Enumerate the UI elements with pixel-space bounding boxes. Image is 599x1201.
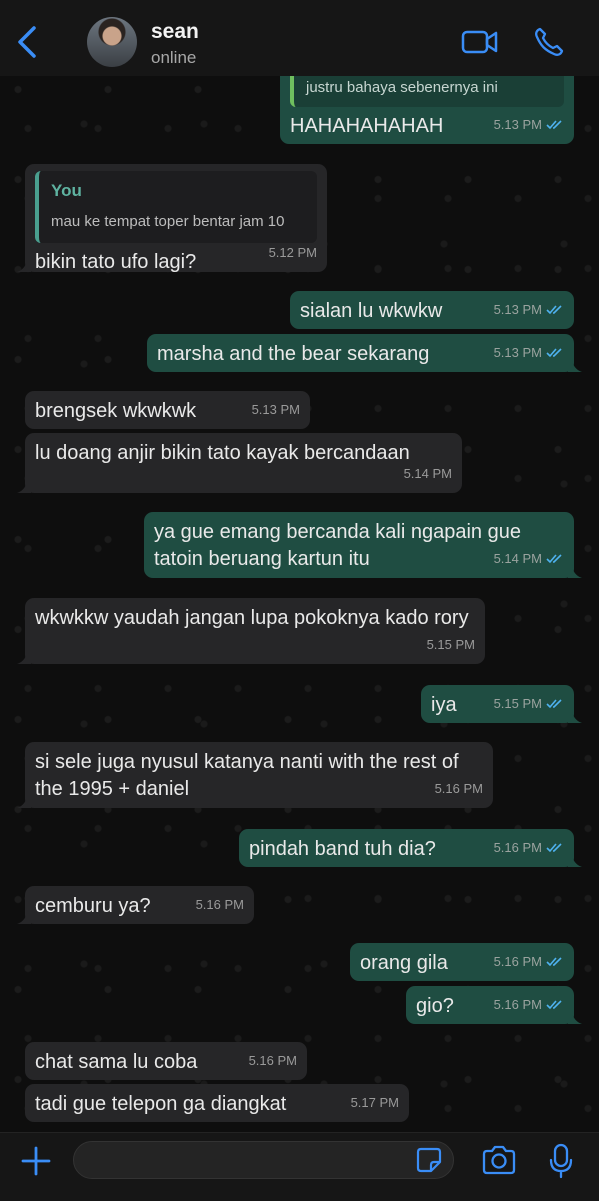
message-time: 5.16 PM — [493, 997, 542, 1012]
bubble-tail — [17, 794, 31, 808]
read-ticks-icon — [546, 120, 562, 130]
message-text: si sele juga nyusul katanya nanti with t… — [35, 751, 465, 800]
message-time: 5.15 PM — [493, 696, 542, 711]
bubble-tail — [17, 650, 31, 664]
message-meta: 5.16 PM — [494, 948, 564, 975]
bubble-tail — [17, 258, 31, 272]
message-meta: 5.17 PM — [351, 1089, 399, 1116]
message-bubble-outgoing[interactable]: marsha and the bear sekarang 5.13 PM — [147, 334, 582, 372]
contact-status: online — [151, 48, 197, 67]
message-time: 5.16 PM — [493, 954, 542, 969]
microphone-icon[interactable] — [548, 1143, 574, 1179]
bubble-tail — [568, 564, 582, 578]
sticker-icon[interactable] — [416, 1147, 442, 1173]
message-time: 5.16 PM — [195, 897, 244, 912]
message-meta: 5.14 PM — [494, 545, 564, 572]
message-bubble-outgoing[interactable]: ya gue emang bercanda kali ngapain gue t… — [144, 512, 582, 578]
message-bubble-outgoing[interactable]: justru bahaya sebenernya ini HAHAHAHAHAH… — [280, 76, 574, 144]
quoted-text: justru bahaya sebenernya ini — [306, 79, 498, 96]
composer-bar — [0, 1132, 599, 1201]
bubble-tail — [17, 910, 31, 924]
message-time: 5.13 PM — [251, 402, 300, 417]
back-chevron-icon[interactable] — [14, 24, 42, 60]
message-text: lu doang anjir bikin tato kayak bercanda… — [35, 442, 410, 464]
message-meta: 5.16 PM — [494, 991, 564, 1018]
message-bubble-incoming[interactable]: You mau ke tempat toper bentar jam 10 bi… — [17, 164, 327, 273]
message-text: wkwkkw yaudah jangan lupa pokoknya kado … — [35, 607, 469, 629]
message-time: 5.15 PM — [426, 637, 475, 652]
message-meta: 5.15 PM — [427, 631, 475, 658]
message-bubble-incoming[interactable]: chat sama lu coba 5.16 PM — [25, 1042, 307, 1080]
bubble-tail — [568, 709, 582, 723]
read-ticks-icon — [546, 554, 562, 564]
message-time: 5.12 PM — [268, 245, 317, 260]
message-time: 5.16 PM — [493, 840, 542, 855]
quoted-text: mau ke tempat toper bentar jam 10 — [51, 213, 285, 230]
message-time: 5.14 PM — [493, 551, 542, 566]
contact-avatar[interactable] — [87, 17, 137, 67]
message-list[interactable]: justru bahaya sebenernya ini HAHAHAHAHAH… — [0, 76, 599, 1132]
message-meta: 5.16 PM — [249, 1047, 297, 1074]
message-text: tadi gue telepon ga diangkat — [35, 1093, 287, 1115]
read-ticks-icon — [546, 348, 562, 358]
message-bubble-outgoing[interactable]: iya 5.15 PM — [421, 685, 582, 723]
message-meta: 5.13 PM — [252, 396, 300, 423]
message-meta: 5.12 PM — [269, 239, 317, 266]
message-time: 5.17 PM — [350, 1095, 399, 1110]
message-time: 5.14 PM — [403, 466, 452, 481]
message-meta: 5.16 PM — [435, 775, 483, 802]
message-bubble-incoming[interactable]: brengsek wkwkwk 5.13 PM — [25, 391, 310, 429]
message-time: 5.13 PM — [493, 302, 542, 317]
message-bubble-outgoing[interactable]: gio? 5.16 PM — [406, 986, 582, 1024]
plus-icon[interactable] — [20, 1145, 52, 1177]
phone-icon[interactable] — [533, 26, 565, 58]
message-meta: 5.16 PM — [494, 834, 564, 861]
message-meta: 5.16 PM — [196, 891, 244, 918]
bubble-tail — [17, 479, 31, 493]
message-bubble-outgoing[interactable]: pindah band tuh dia? 5.16 PM — [239, 829, 582, 867]
quoted-message[interactable]: You mau ke tempat toper bentar jam 10 — [35, 171, 317, 243]
bubble-tail — [568, 853, 582, 867]
camera-icon[interactable] — [481, 1145, 517, 1175]
bubble-tail — [568, 1010, 582, 1024]
quoted-author: You — [51, 181, 82, 200]
read-ticks-icon — [546, 305, 562, 315]
read-ticks-icon — [546, 699, 562, 709]
message-bubble-incoming[interactable]: lu doang anjir bikin tato kayak bercanda… — [17, 433, 462, 493]
message-time: 5.16 PM — [434, 781, 483, 796]
message-bubble-outgoing[interactable]: orang gila 5.16 PM — [350, 943, 574, 981]
message-bubble-incoming[interactable]: si sele juga nyusul katanya nanti with t… — [17, 742, 493, 808]
bubble-tail — [568, 358, 582, 372]
message-bubble-outgoing[interactable]: sialan lu wkwkw 5.13 PM — [290, 291, 574, 329]
chat-header: sean online — [0, 0, 599, 77]
message-meta: 5.14 PM — [404, 460, 452, 487]
message-time: 5.16 PM — [248, 1053, 297, 1068]
message-meta: 5.13 PM — [494, 296, 564, 323]
read-ticks-icon — [546, 1000, 562, 1010]
message-meta: 5.13 PM — [494, 339, 564, 366]
contact-name[interactable]: sean — [151, 20, 199, 44]
message-time: 5.13 PM — [493, 345, 542, 360]
message-bubble-incoming[interactable]: tadi gue telepon ga diangkat 5.17 PM — [25, 1084, 409, 1122]
message-meta: 5.13 PM — [494, 111, 564, 138]
message-meta: 5.15 PM — [494, 690, 564, 717]
message-bubble-incoming[interactable]: cemburu ya? 5.16 PM — [17, 886, 254, 924]
message-time: 5.13 PM — [493, 117, 542, 132]
message-input[interactable] — [73, 1141, 454, 1179]
read-ticks-icon — [546, 957, 562, 967]
message-bubble-incoming[interactable]: wkwkkw yaudah jangan lupa pokoknya kado … — [17, 598, 485, 664]
quoted-message[interactable]: justru bahaya sebenernya ini — [290, 76, 564, 107]
video-call-icon[interactable] — [461, 28, 499, 56]
read-ticks-icon — [546, 843, 562, 853]
